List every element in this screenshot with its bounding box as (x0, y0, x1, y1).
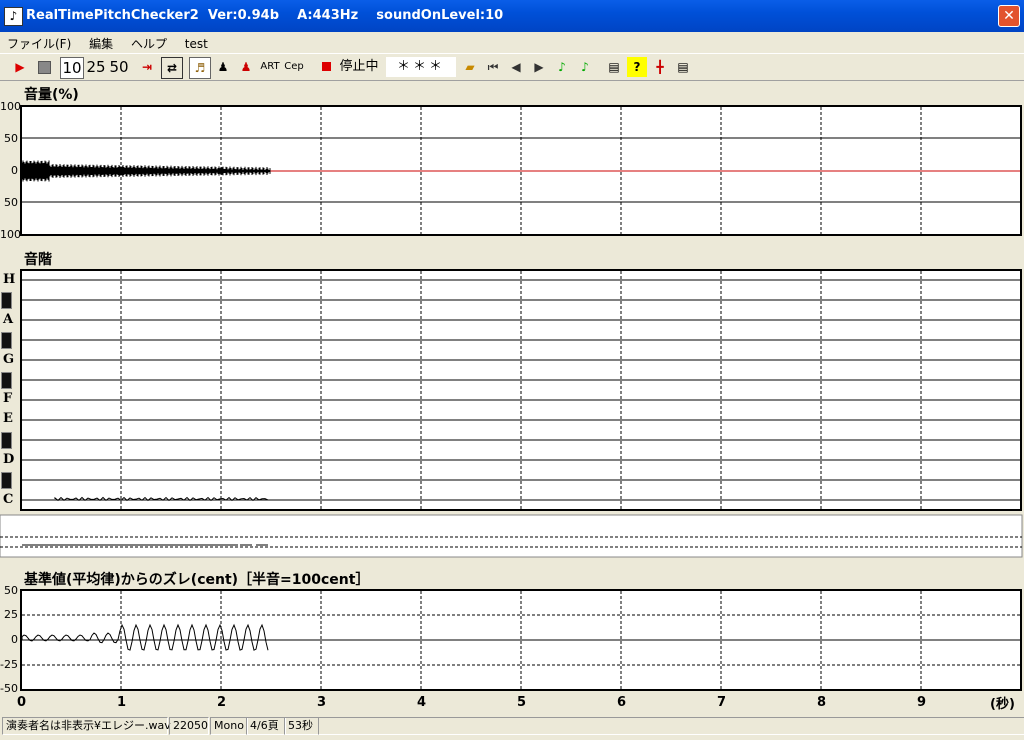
time-tick-label: 4 (417, 695, 427, 710)
status-empty (318, 717, 1024, 735)
time-unit-label: (秒) (990, 697, 1015, 712)
status-samplerate: 22050 (169, 717, 209, 735)
time-tick-label: 1 (117, 695, 127, 710)
time-tick-label: 8 (817, 695, 827, 710)
status-filename: 演奏者名は非表示¥エレジー.wav (2, 717, 171, 735)
status-duration: 53秒 (284, 717, 319, 735)
status-channels: Mono (210, 717, 248, 735)
harmony-strip (0, 514, 1023, 558)
time-tick-label: 0 (17, 695, 27, 710)
time-tick-label: 9 (917, 695, 927, 710)
time-tick-label: 7 (717, 695, 727, 710)
graph-area[interactable] (0, 0, 1024, 712)
time-tick-label: 3 (317, 695, 327, 710)
time-tick-label: 2 (217, 695, 227, 710)
time-tick-label: 6 (617, 695, 627, 710)
status-page: 4/6頁 (246, 717, 286, 735)
status-bar: 演奏者名は非表示¥エレジー.wav 22050 Mono 4/6頁 53秒 (0, 714, 1024, 736)
time-tick-label: 5 (517, 695, 527, 710)
